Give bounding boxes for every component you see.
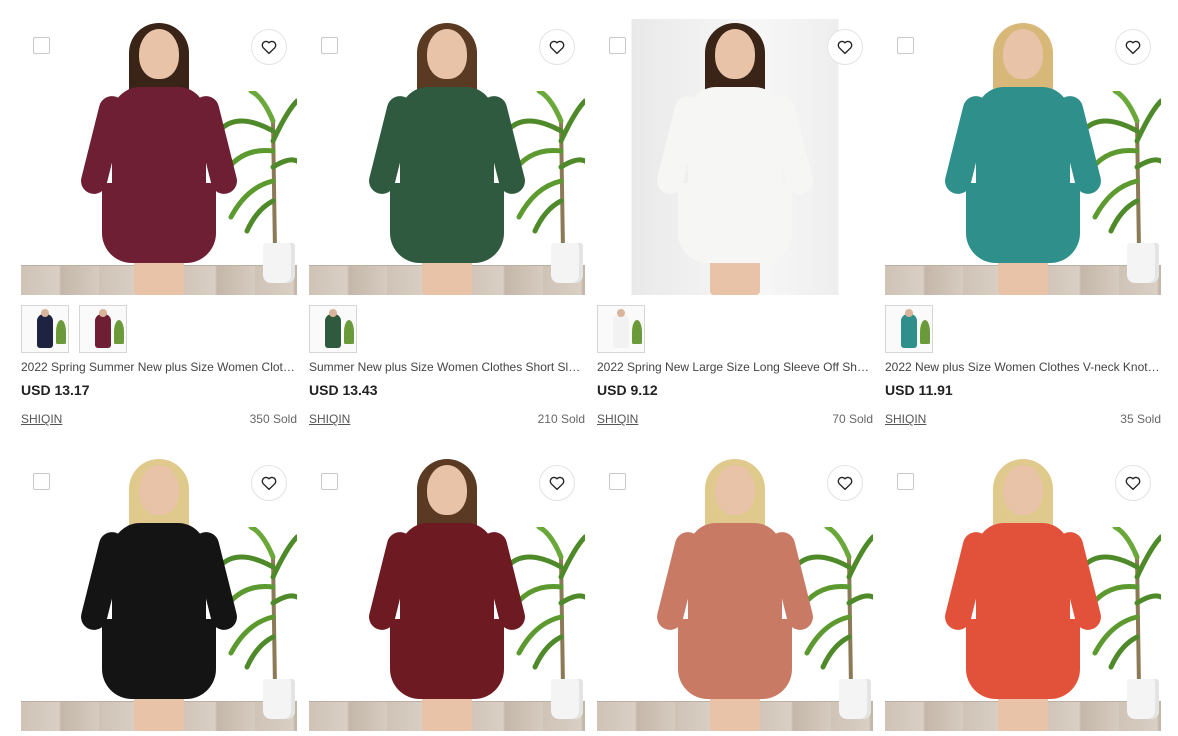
product-price: USD 11.91 [885,382,953,398]
model-figure [78,23,240,295]
product-title[interactable]: 2022 Spring Summer New plus Size Women C… [21,359,297,375]
product-price: USD 9.12 [597,382,658,398]
heart-icon [836,38,854,56]
heart-icon [836,474,854,492]
store-link[interactable]: SHIQIN [885,411,926,427]
heart-icon [260,474,278,492]
product-card[interactable] [885,455,1161,731]
plant-pot [1127,243,1159,283]
product-card[interactable] [21,455,297,731]
wishlist-button[interactable] [827,465,863,501]
select-checkbox[interactable] [321,37,338,54]
color-swatches [21,305,297,353]
product-image[interactable] [597,455,873,731]
wishlist-button[interactable] [1115,29,1151,65]
wishlist-button[interactable] [251,465,287,501]
wishlist-button[interactable] [539,29,575,65]
model-figure [942,459,1104,731]
select-checkbox[interactable] [897,473,914,490]
wishlist-button[interactable] [251,29,287,65]
color-swatches [597,305,873,353]
sold-count: 35 Sold [1120,412,1161,426]
product-price: USD 13.17 [21,382,90,398]
color-swatch-thumb[interactable] [597,305,645,353]
sold-count: 350 Sold [249,412,297,426]
color-swatch-thumb[interactable] [309,305,357,353]
color-swatches [309,305,585,353]
product-image[interactable] [885,19,1161,295]
product-title[interactable]: Summer New plus Size Women Clothes Short… [309,359,585,375]
store-link[interactable]: SHIQIN [21,411,62,427]
select-checkbox[interactable] [897,37,914,54]
plant-pot [551,243,583,283]
color-swatch-thumb[interactable] [79,305,127,353]
wishlist-button[interactable] [539,465,575,501]
select-checkbox[interactable] [609,37,626,54]
store-link[interactable]: SHIQIN [309,411,350,427]
color-swatch-thumb[interactable] [21,305,69,353]
plant-pot [263,679,295,719]
product-image[interactable] [885,455,1161,731]
plant-pot [263,243,295,283]
product-card[interactable]: 2022 Spring Summer New plus Size Women C… [21,19,297,427]
heart-icon [1124,474,1142,492]
product-image[interactable] [21,19,297,295]
wishlist-button[interactable] [827,29,863,65]
plant-pot [551,679,583,719]
product-image[interactable] [21,455,297,731]
heart-icon [1124,38,1142,56]
select-checkbox[interactable] [321,473,338,490]
product-title[interactable]: 2022 New plus Size Women Clothes V-neck … [885,359,1161,375]
product-card[interactable] [309,455,585,731]
product-title[interactable]: 2022 Spring New Large Size Long Sleeve O… [597,359,873,375]
select-checkbox[interactable] [33,37,50,54]
product-image[interactable] [597,19,873,295]
plant-pot [839,679,871,719]
sold-count: 210 Sold [537,412,585,426]
wishlist-button[interactable] [1115,465,1151,501]
model-figure [366,459,528,731]
product-card[interactable]: Summer New plus Size Women Clothes Short… [309,19,585,427]
heart-icon [548,38,566,56]
product-card[interactable] [597,455,873,731]
select-checkbox[interactable] [33,473,50,490]
plant-pot [1127,679,1159,719]
product-image[interactable] [309,19,585,295]
model-figure [654,459,816,731]
product-card[interactable]: 2022 New plus Size Women Clothes V-neck … [885,19,1161,427]
model-figure [654,23,816,295]
heart-icon [548,474,566,492]
model-figure [366,23,528,295]
select-checkbox[interactable] [609,473,626,490]
product-price: USD 13.43 [309,382,378,398]
product-image[interactable] [309,455,585,731]
model-figure [942,23,1104,295]
heart-icon [260,38,278,56]
model-figure [78,459,240,731]
color-swatches [885,305,1161,353]
store-link[interactable]: SHIQIN [597,411,638,427]
color-swatch-thumb[interactable] [885,305,933,353]
sold-count: 70 Sold [832,412,873,426]
product-card[interactable]: 2022 Spring New Large Size Long Sleeve O… [597,19,873,427]
